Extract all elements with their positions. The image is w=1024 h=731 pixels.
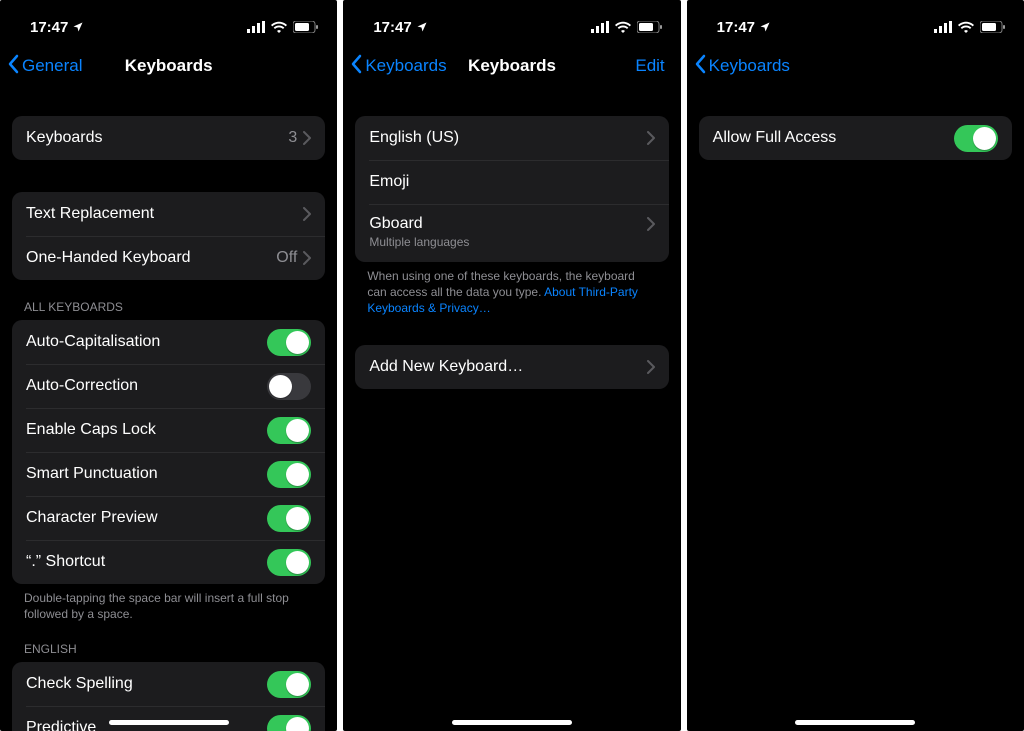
- screen-keyboard-settings: 17:47 Ge: [0, 0, 337, 731]
- row-label: Allow Full Access: [713, 129, 954, 147]
- keyboard-gboard-row[interactable]: Gboard Multiple languages: [355, 204, 668, 262]
- row-label: Emoji: [369, 173, 654, 191]
- location-icon: [759, 21, 771, 33]
- wifi-icon: [615, 21, 631, 33]
- row-label: Auto-Capitalisation: [26, 333, 267, 351]
- check-spelling-toggle[interactable]: [267, 671, 311, 698]
- chevron-right-icon: [647, 131, 655, 145]
- chevron-right-icon: [647, 360, 655, 374]
- one-handed-keyboard-row[interactable]: One-Handed Keyboard Off: [12, 236, 325, 280]
- nav-bar: Keyboards: [687, 44, 1024, 88]
- row-value: Off: [276, 249, 297, 267]
- smart-punctuation-toggle[interactable]: [267, 461, 311, 488]
- keyboard-emoji-row[interactable]: Emoji: [355, 160, 668, 204]
- status-time: 17:47: [373, 19, 411, 36]
- row-label: English (US): [369, 129, 646, 147]
- battery-icon: [293, 21, 319, 33]
- row-label: Gboard: [369, 215, 646, 233]
- chevron-right-icon: [303, 207, 311, 221]
- battery-icon: [980, 21, 1006, 33]
- add-new-keyboard-row[interactable]: Add New Keyboard…: [355, 345, 668, 389]
- keyboards-row[interactable]: Keyboards 3: [12, 116, 325, 160]
- back-button[interactable]: Keyboards: [351, 54, 446, 79]
- wifi-icon: [271, 21, 287, 33]
- row-sublabel: Multiple languages: [369, 235, 469, 249]
- row-label: Check Spelling: [26, 675, 267, 693]
- row-label: Enable Caps Lock: [26, 421, 267, 439]
- row-label: Auto-Correction: [26, 377, 267, 395]
- allow-full-access-toggle[interactable]: [954, 125, 998, 152]
- auto-correction-row: Auto-Correction: [12, 364, 325, 408]
- auto-correction-toggle[interactable]: [267, 373, 311, 400]
- row-label: Add New Keyboard…: [369, 358, 646, 376]
- row-label: “.” Shortcut: [26, 553, 267, 571]
- home-indicator[interactable]: [109, 720, 229, 725]
- row-label: Keyboards: [26, 129, 288, 147]
- home-indicator[interactable]: [452, 720, 572, 725]
- back-button[interactable]: Keyboards: [695, 54, 790, 79]
- back-label: General: [22, 56, 82, 76]
- cellular-signal-icon: [934, 21, 952, 33]
- status-time: 17:47: [30, 19, 68, 36]
- status-bar: 17:47: [0, 0, 337, 44]
- chevron-right-icon: [647, 217, 655, 231]
- chevron-left-icon: [8, 54, 20, 79]
- row-label: Smart Punctuation: [26, 465, 267, 483]
- cellular-signal-icon: [247, 21, 265, 33]
- chevron-left-icon: [695, 54, 707, 79]
- nav-bar: Keyboards Keyboards Edit: [343, 44, 680, 88]
- cellular-signal-icon: [591, 21, 609, 33]
- predictive-row: Predictive: [12, 706, 325, 731]
- chevron-right-icon: [303, 251, 311, 265]
- back-label: Keyboards: [709, 56, 790, 76]
- status-bar: 17:47: [687, 0, 1024, 44]
- check-spelling-row: Check Spelling: [12, 662, 325, 706]
- location-icon: [416, 21, 428, 33]
- predictive-toggle[interactable]: [267, 715, 311, 731]
- auto-capitalisation-row: Auto-Capitalisation: [12, 320, 325, 364]
- third-party-footer: When using one of these keyboards, the k…: [343, 262, 680, 317]
- section-header-english: ENGLISH: [0, 622, 337, 662]
- enable-caps-lock-toggle[interactable]: [267, 417, 311, 444]
- keyboard-english-row[interactable]: English (US): [355, 116, 668, 160]
- status-bar: 17:47: [343, 0, 680, 44]
- screen-gboard-settings: 17:47 Ke: [687, 0, 1024, 731]
- dot-shortcut-toggle[interactable]: [267, 549, 311, 576]
- chevron-right-icon: [303, 131, 311, 145]
- row-label: Text Replacement: [26, 205, 303, 223]
- allow-full-access-row: Allow Full Access: [699, 116, 1012, 160]
- row-label: One-Handed Keyboard: [26, 249, 276, 267]
- status-time: 17:47: [717, 19, 755, 36]
- back-button[interactable]: General: [8, 54, 98, 79]
- chevron-left-icon: [351, 54, 363, 79]
- dot-shortcut-row: “.” Shortcut: [12, 540, 325, 584]
- enable-caps-lock-row: Enable Caps Lock: [12, 408, 325, 452]
- home-indicator[interactable]: [795, 720, 915, 725]
- screen-keyboard-list: 17:47 Ke: [343, 0, 680, 731]
- smart-punctuation-row: Smart Punctuation: [12, 452, 325, 496]
- back-label: Keyboards: [365, 56, 446, 76]
- character-preview-toggle[interactable]: [267, 505, 311, 532]
- row-label: Character Preview: [26, 509, 267, 527]
- section-header-all-keyboards: ALL KEYBOARDS: [0, 280, 337, 320]
- wifi-icon: [958, 21, 974, 33]
- character-preview-row: Character Preview: [12, 496, 325, 540]
- location-icon: [72, 21, 84, 33]
- auto-capitalisation-toggle[interactable]: [267, 329, 311, 356]
- dot-shortcut-footer: Double-tapping the space bar will insert…: [0, 584, 337, 622]
- edit-button[interactable]: Edit: [625, 56, 673, 76]
- nav-bar: General Keyboards: [0, 44, 337, 88]
- row-value: 3: [288, 129, 297, 147]
- battery-icon: [637, 21, 663, 33]
- text-replacement-row[interactable]: Text Replacement: [12, 192, 325, 236]
